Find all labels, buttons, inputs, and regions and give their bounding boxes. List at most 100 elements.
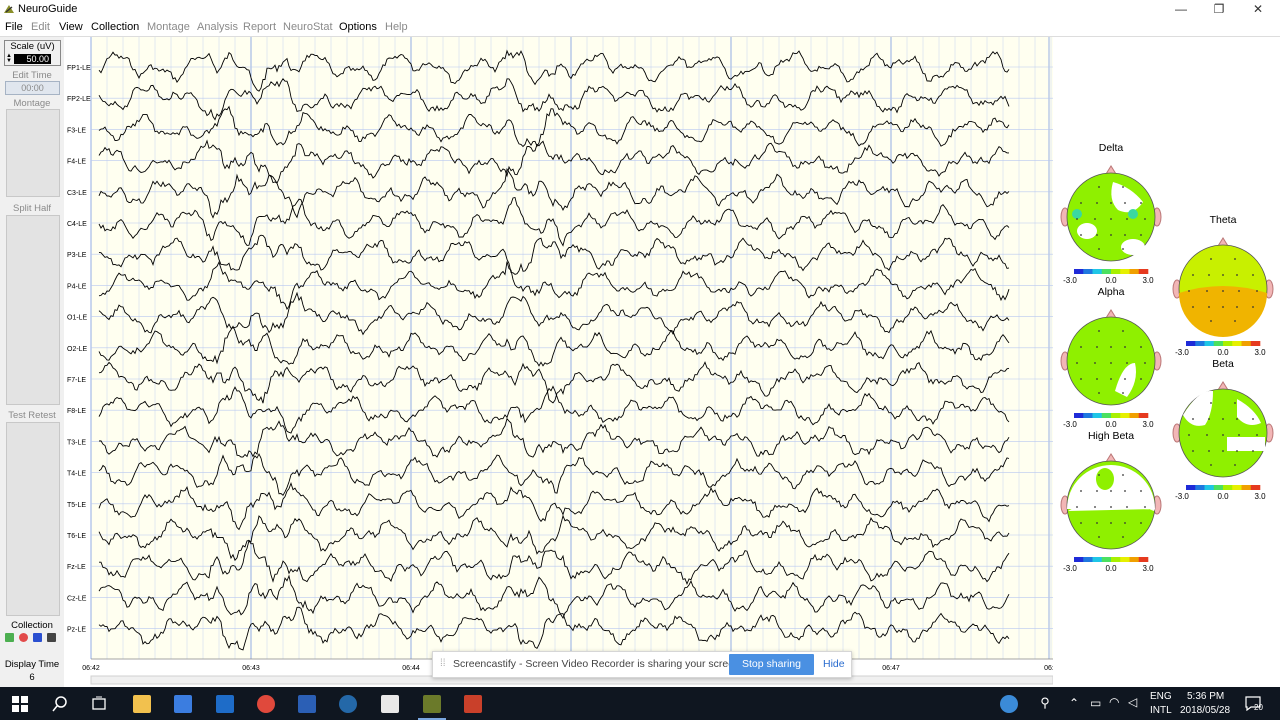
clock-time[interactable]: 5:36 PM — [1187, 691, 1224, 702]
menu-file[interactable]: File — [5, 21, 23, 33]
menu-analysis[interactable]: Analysis — [197, 21, 238, 33]
channel-label: T4-LE — [67, 471, 86, 478]
windows-start-icon[interactable] — [12, 696, 28, 712]
people-icon[interactable]: ⚲ — [1036, 695, 1054, 713]
topomap-title: Alpha — [1098, 286, 1125, 298]
colorbar-segment — [1204, 341, 1215, 346]
file-explorer-icon[interactable] — [133, 695, 151, 713]
mail-icon[interactable] — [381, 695, 399, 713]
update-icon[interactable] — [1000, 695, 1018, 713]
app-icon[interactable] — [339, 695, 357, 713]
search-icon[interactable] — [52, 696, 68, 712]
electrode-dot — [1124, 346, 1126, 348]
colorbar-label: -3.0 — [1063, 276, 1077, 285]
clock-date[interactable]: 2018/05/28 — [1180, 705, 1230, 716]
electrode-dot — [1096, 522, 1098, 524]
electrode-dot — [1140, 202, 1142, 204]
colorbar-segment — [1111, 557, 1121, 562]
test-retest-panel[interactable] — [6, 422, 60, 616]
electrode-dot — [1192, 418, 1194, 420]
scale-spinner[interactable]: ▲ ▼ — [6, 53, 12, 64]
channel-label: FP2-LE — [67, 96, 91, 103]
task-view-icon[interactable] — [91, 696, 107, 712]
menu-collection[interactable]: Collection — [91, 21, 139, 33]
record-icon[interactable] — [19, 633, 28, 642]
electrode-dot — [1210, 464, 1212, 466]
electrode-dot — [1234, 402, 1236, 404]
electrode-dot — [1222, 434, 1224, 436]
menu-options[interactable]: Options — [339, 21, 377, 33]
electrode-dot — [1122, 248, 1124, 250]
electrode-dot — [1208, 274, 1210, 276]
colorbar-segment — [1186, 341, 1196, 346]
electrode-dot — [1140, 378, 1142, 380]
montage-panel[interactable] — [6, 109, 60, 197]
electrode-dot — [1252, 306, 1254, 308]
colorbar-segment — [1138, 557, 1149, 562]
electrode-dot — [1192, 274, 1194, 276]
electrode-dot — [1144, 362, 1146, 364]
menu-neurostat[interactable]: NeuroStat — [283, 21, 333, 33]
menu-report[interactable]: Report — [243, 21, 276, 33]
electrode-dot — [1236, 306, 1238, 308]
hide-toast-link[interactable]: Hide — [823, 658, 845, 670]
channel-label: T6-LE — [67, 533, 86, 540]
electrode-dot — [1122, 536, 1124, 538]
channel-label: P3-LE — [67, 252, 87, 259]
electrode-dot — [1140, 346, 1142, 348]
wifi-icon[interactable]: ◠ — [1109, 695, 1119, 709]
tray-chevron-icon[interactable]: ⌃ — [1069, 696, 1079, 710]
language-bottom[interactable]: INTL — [1150, 705, 1172, 716]
electrode-dot — [1098, 536, 1100, 538]
electrode-dot — [1208, 450, 1210, 452]
colorbar-segment — [1138, 413, 1149, 418]
word-icon[interactable] — [298, 695, 316, 713]
colorbar-label: -3.0 — [1063, 564, 1077, 573]
split-half-panel[interactable] — [6, 215, 60, 405]
chrome-icon[interactable] — [257, 695, 275, 713]
close-button[interactable]: ✕ — [1238, 0, 1278, 19]
electrode-dot — [1222, 274, 1224, 276]
electrode-dot — [1096, 202, 1098, 204]
electrode-dot — [1110, 490, 1112, 492]
time-label: 06:43 — [242, 665, 260, 672]
battery-icon[interactable]: ▭ — [1090, 696, 1101, 710]
electrode-dot — [1140, 522, 1142, 524]
drag-handle-icon[interactable]: ⁞⁞ — [440, 658, 446, 669]
edit-time-input[interactable]: 00:00 — [5, 81, 60, 95]
outlook-icon[interactable] — [216, 695, 234, 713]
windows-taskbar: ⚲ ⌃ ▭ ◠ ◁ ENG INTL 5:36 PM 2018/05/28 20 — [0, 687, 1280, 720]
colorbar-segment — [1213, 341, 1224, 346]
menu-help[interactable]: Help — [385, 21, 408, 33]
channel-label: F3-LE — [67, 127, 86, 134]
notification-count: 20 — [1254, 703, 1263, 712]
channel-label: C3-LE — [67, 190, 87, 197]
store-icon[interactable] — [174, 695, 192, 713]
map-region — [1072, 209, 1082, 219]
eeg-trace-panel[interactable]: FP1-LE FP2-LE F3-LE F4-LE C3-LE C4-LE P3-LE P4-… — [65, 37, 1054, 687]
electrode-dot — [1110, 234, 1112, 236]
scale-input[interactable]: 50.00 — [14, 54, 51, 64]
minimize-button[interactable]: — — [1161, 0, 1201, 19]
stop-icon[interactable] — [47, 633, 56, 642]
colorbar-segment — [1232, 341, 1242, 346]
electrode-dot — [1122, 186, 1124, 188]
display-time-value[interactable]: 6 — [0, 672, 64, 683]
electrode-dot — [1144, 506, 1146, 508]
volume-icon[interactable]: ◁ — [1128, 695, 1137, 709]
restore-button[interactable]: ❐ — [1199, 0, 1239, 19]
neuroguide-taskbar-icon[interactable] — [423, 695, 441, 713]
play-icon[interactable] — [5, 633, 14, 642]
topomap-title: High Beta — [1088, 430, 1134, 442]
powerpoint-icon[interactable] — [464, 695, 482, 713]
menu-montage[interactable]: Montage — [147, 21, 190, 33]
eeg-traces[interactable]: FP1-LE FP2-LE F3-LE F4-LE C3-LE C4-LE P3-LE P4-… — [65, 37, 1054, 687]
pause-icon[interactable] — [33, 633, 42, 642]
colorbar-segment — [1120, 269, 1130, 274]
menu-edit[interactable]: Edit — [31, 21, 50, 33]
menu-view[interactable]: View — [59, 21, 83, 33]
colorbar-label: 3.0 — [1142, 420, 1154, 429]
stop-sharing-button[interactable]: Stop sharing — [729, 654, 814, 675]
language-top[interactable]: ENG — [1150, 691, 1172, 702]
sharing-message: Screencastify - Screen Video Recorder is… — [453, 658, 743, 670]
